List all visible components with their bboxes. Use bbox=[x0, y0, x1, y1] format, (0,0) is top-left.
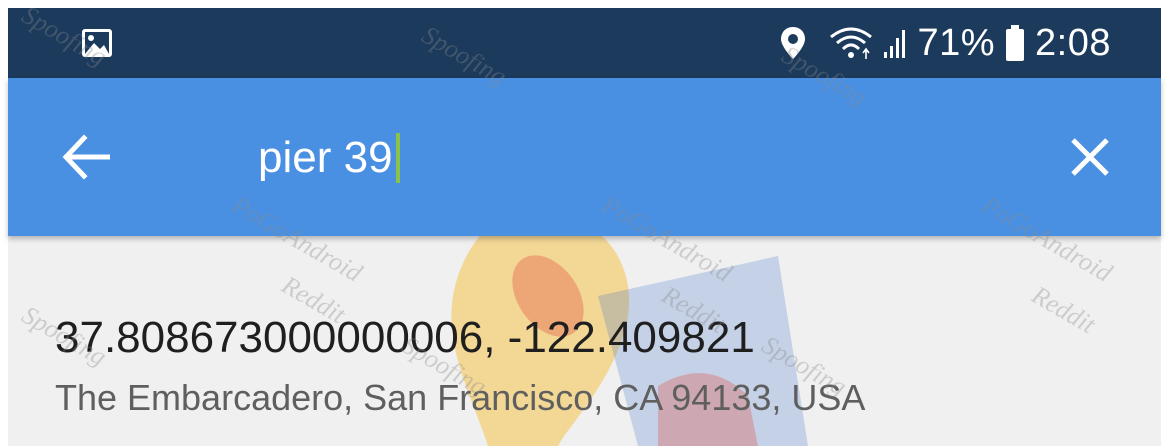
result-coordinates: 37.808673000000006, -122.409821 bbox=[55, 313, 755, 362]
result-address: The Embarcadero, San Francisco, CA 94133… bbox=[55, 377, 866, 418]
app-screen: 71% 2:08 pier 39 37.808673000000006, -12… bbox=[0, 0, 1169, 446]
status-bar: 71% 2:08 bbox=[8, 8, 1161, 78]
clear-search-button[interactable] bbox=[1067, 134, 1113, 180]
text-caret bbox=[395, 133, 400, 183]
close-icon bbox=[1067, 138, 1113, 184]
battery-icon bbox=[1005, 24, 1025, 62]
search-toolbar: pier 39 bbox=[8, 78, 1161, 236]
signal-icon bbox=[883, 26, 907, 60]
wifi-icon bbox=[829, 25, 873, 61]
list-item[interactable]: 37.808673000000006, -122.409821 The Emba… bbox=[55, 316, 1135, 416]
image-icon bbox=[80, 26, 114, 60]
search-results: 37.808673000000006, -122.409821 The Emba… bbox=[8, 236, 1161, 446]
search-input[interactable]: pier 39 bbox=[258, 136, 393, 180]
arrow-left-icon bbox=[58, 134, 118, 186]
status-time: 2:08 bbox=[1035, 22, 1111, 64]
battery-percentage: 71% bbox=[917, 22, 996, 64]
back-button[interactable] bbox=[58, 132, 118, 182]
location-pin-icon bbox=[779, 25, 807, 61]
status-indicators: 71% 2:08 bbox=[779, 8, 1111, 78]
search-field[interactable]: pier 39 bbox=[258, 118, 400, 198]
